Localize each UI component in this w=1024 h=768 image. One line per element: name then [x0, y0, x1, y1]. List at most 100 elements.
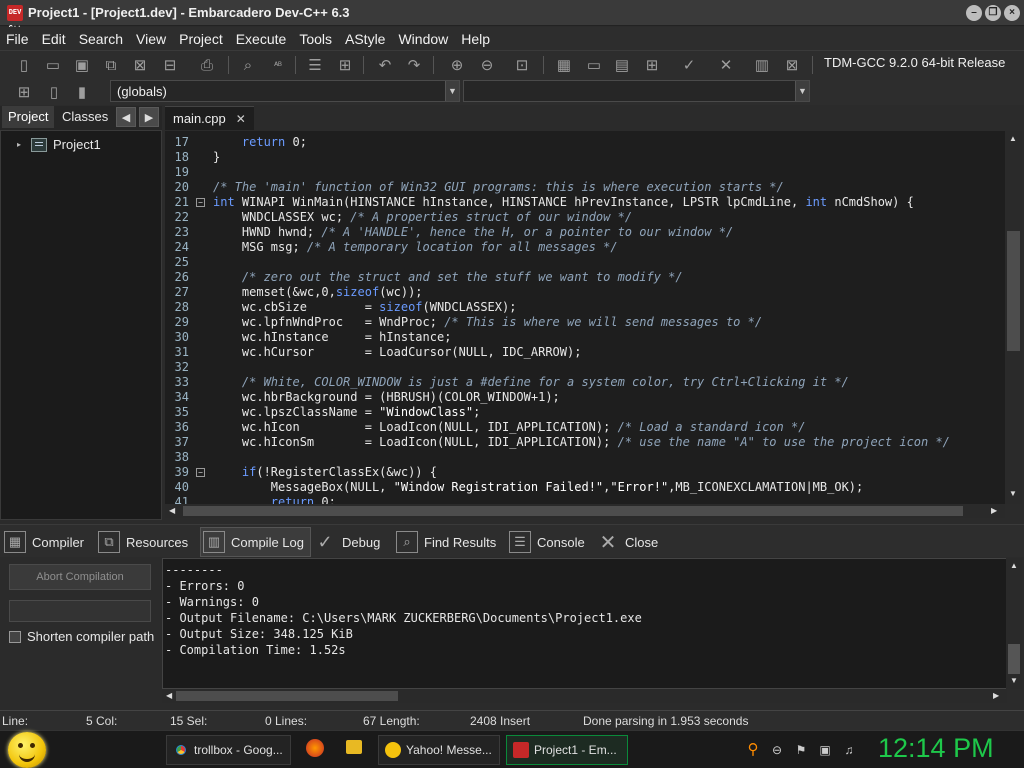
menu-project[interactable]: Project	[173, 31, 230, 47]
goto-function-icon[interactable]: ⊞	[14, 82, 34, 102]
chevron-left-icon[interactable]: ◀	[116, 107, 136, 127]
undo-icon[interactable]: ↶	[375, 55, 395, 75]
code-editor[interactable]: 17 return 0; 18} 19 20/* The 'main' functio…	[165, 131, 1005, 504]
volume-icon[interactable]: ♫	[842, 743, 856, 757]
menu-file[interactable]: File	[0, 31, 36, 47]
new-file-icon[interactable]: ▯	[14, 55, 34, 75]
shorten-path-checkbox[interactable]: Shorten compiler path	[9, 629, 154, 644]
line-number: 23	[174, 225, 189, 239]
checkbox-box[interactable]	[9, 630, 21, 643]
new-project-icon[interactable]: ⊕	[447, 55, 467, 75]
compiler-select[interactable]: TDM-GCC 9.2.0 64-bit Release	[818, 52, 1018, 74]
rebuild-all-icon[interactable]: ⊞	[642, 55, 662, 75]
menu-execute[interactable]: Execute	[230, 31, 294, 47]
status-length: 67 Length:	[363, 714, 420, 728]
code-line: 40 MessageBox(NULL, "Window Registration…	[165, 480, 1005, 495]
minus-circle-icon[interactable]: ⊖	[770, 743, 784, 757]
folder-icon[interactable]	[346, 740, 362, 754]
indent-icon[interactable]: ☰	[305, 55, 325, 75]
close-all-icon[interactable]: ⊟	[160, 55, 180, 75]
scroll-left-icon[interactable]: ◀	[169, 506, 175, 515]
menu-view[interactable]: View	[130, 31, 173, 47]
compile-log[interactable]: -------- - Errors: 0 - Warnings: 0 - Out…	[162, 558, 1007, 689]
scroll-down-icon[interactable]: ▼	[1010, 676, 1018, 685]
replace-icon[interactable]: ᴬᴮ	[268, 55, 288, 75]
check-syntax-icon[interactable]: ✓	[679, 55, 699, 75]
expand-icon[interactable]: ▸	[17, 140, 27, 149]
menu-help[interactable]: Help	[455, 31, 497, 47]
tab-project[interactable]: Project	[2, 106, 55, 128]
scroll-thumb[interactable]	[176, 691, 398, 701]
remove-from-project-icon[interactable]: ⊖	[477, 55, 497, 75]
goto-bookmark-icon[interactable]: ▮	[72, 82, 92, 102]
menu-astyle[interactable]: AStyle	[339, 31, 392, 47]
close-window-button[interactable]: ×	[1004, 5, 1020, 21]
taskbar-item-yahoo[interactable]: Yahoo! Messe...	[378, 735, 500, 765]
save-icon[interactable]: ▣	[72, 55, 92, 75]
start-smiley-icon[interactable]	[8, 732, 46, 768]
scroll-thumb[interactable]	[1007, 231, 1020, 351]
scroll-thumb[interactable]	[1008, 644, 1020, 674]
clock[interactable]: 12:14 PM	[878, 733, 994, 764]
editor-horizontal-scrollbar[interactable]: ◀ ▶	[165, 504, 1005, 518]
taskbar-item-devcpp[interactable]: Project1 - Em...	[506, 735, 628, 765]
log-horizontal-scrollbar[interactable]: ◀ ▶	[162, 689, 1007, 703]
tab-resources[interactable]: ⧉ Resources	[98, 527, 188, 557]
flag-icon[interactable]: ⚑	[794, 743, 808, 757]
editor-vertical-scrollbar[interactable]: ▲ ▼	[1005, 131, 1022, 504]
scroll-up-icon[interactable]: ▲	[1009, 134, 1017, 143]
tab-main-cpp[interactable]: main.cpp ✕	[165, 106, 254, 130]
compile-icon[interactable]: ▦	[554, 55, 574, 75]
print-icon[interactable]: ⎙	[197, 55, 217, 75]
firefox-icon[interactable]	[306, 739, 324, 757]
close-icon[interactable]: ✕	[236, 112, 246, 126]
toggle-comment-icon[interactable]: ⊞	[335, 55, 355, 75]
chevron-right-icon[interactable]: ▶	[139, 107, 159, 127]
tab-close[interactable]: ✕ Close	[597, 527, 659, 557]
scroll-thumb[interactable]	[183, 506, 963, 516]
tree-item-project1[interactable]: ▸ Project1	[17, 137, 101, 152]
taskbar-item-chrome[interactable]: trollbox - Goog...	[166, 735, 291, 765]
redo-icon[interactable]: ↷	[404, 55, 424, 75]
code-text: WNDCLASSEX wc; /* A properties struct of…	[213, 210, 633, 224]
chevron-down-icon[interactable]: ▼	[445, 81, 459, 101]
find-icon[interactable]: ⌕	[238, 55, 258, 75]
tab-compile-log[interactable]: ▥ Compile Log	[200, 527, 311, 557]
delete-profile-icon[interactable]: ⊠	[782, 55, 802, 75]
tab-classes[interactable]: Classes	[56, 106, 114, 128]
project-options-icon[interactable]: ⊡	[512, 55, 532, 75]
fold-toggle-icon[interactable]: −	[196, 468, 205, 477]
code-line: 23 HWND hwnd; /* A 'HANDLE', hence the H…	[165, 225, 1005, 240]
profile-chart-icon[interactable]: ▥	[752, 55, 772, 75]
menu-edit[interactable]: Edit	[36, 31, 73, 47]
members-combo[interactable]: ▼	[463, 80, 810, 102]
scroll-down-icon[interactable]: ▼	[1009, 489, 1017, 498]
menu-search[interactable]: Search	[73, 31, 130, 47]
tab-find-results[interactable]: ⌕ Find Results	[396, 527, 496, 557]
abort-compilation-button[interactable]: Abort Compilation	[9, 564, 151, 590]
scroll-right-icon[interactable]: ▶	[991, 506, 997, 515]
minimize-button[interactable]: –	[966, 5, 982, 21]
tab-debug[interactable]: ✓ Debug	[314, 527, 380, 557]
open-folder-icon[interactable]: ▭	[43, 55, 63, 75]
menu-tools[interactable]: Tools	[293, 31, 339, 47]
close-file-icon[interactable]: ⊠	[130, 55, 150, 75]
compile-run-icon[interactable]: ▤	[612, 55, 632, 75]
scroll-left-icon[interactable]: ◀	[166, 691, 172, 700]
tab-console[interactable]: ☰ Console	[509, 527, 585, 557]
scroll-up-icon[interactable]: ▲	[1010, 561, 1018, 570]
tab-compiler[interactable]: ▦ Compiler	[4, 527, 84, 557]
bookmark-icon[interactable]: ▯	[44, 82, 64, 102]
debug-stop-icon[interactable]: ✕	[716, 55, 736, 75]
menu-window[interactable]: Window	[392, 31, 455, 47]
network-icon[interactable]: ▣	[818, 743, 832, 757]
log-vertical-scrollbar[interactable]: ▲ ▼	[1006, 558, 1022, 689]
search-icon[interactable]: ⚲	[746, 742, 760, 757]
restore-button[interactable]: ❐	[985, 5, 1001, 21]
chevron-down-icon[interactable]: ▼	[795, 81, 809, 101]
run-icon[interactable]: ▭	[584, 55, 604, 75]
scroll-right-icon[interactable]: ▶	[993, 691, 999, 700]
scope-combo[interactable]: (globals) ▼	[110, 80, 460, 102]
save-all-icon[interactable]: ⧉	[101, 55, 121, 75]
fold-toggle-icon[interactable]: −	[196, 198, 205, 207]
